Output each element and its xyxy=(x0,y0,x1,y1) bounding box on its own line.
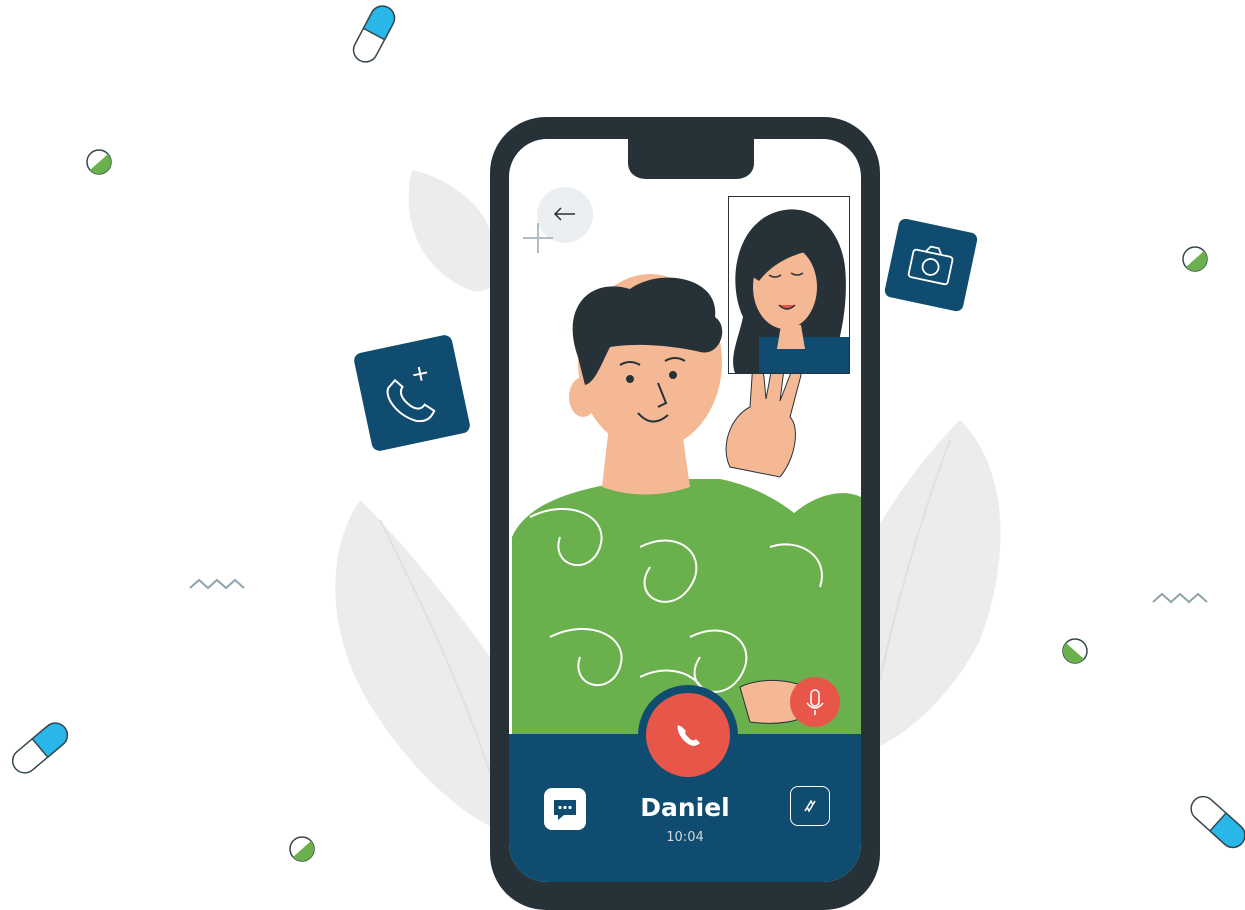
end-call-icon xyxy=(677,725,700,746)
tablet-icon xyxy=(1182,246,1208,272)
zigzag-decoration xyxy=(189,578,245,590)
add-call-icon xyxy=(354,335,470,451)
mic-button[interactable] xyxy=(790,677,840,727)
pill-icon xyxy=(11,722,69,774)
pill-icon xyxy=(1190,795,1245,849)
tablet-icon xyxy=(289,836,315,862)
add-call-badge[interactable] xyxy=(353,334,471,452)
plus-decoration-icon xyxy=(523,223,553,253)
camera-icon xyxy=(884,218,978,312)
self-view-illustration xyxy=(733,209,849,373)
end-call-button[interactable] xyxy=(638,685,738,785)
caller-name: Daniel xyxy=(640,793,730,822)
zigzag-decoration xyxy=(1152,592,1208,604)
phone: Daniel 10:04 xyxy=(490,117,880,910)
call-duration: 10:04 xyxy=(666,830,704,845)
phone-notch xyxy=(628,137,754,179)
tablet-icon xyxy=(86,149,112,175)
self-view-video[interactable] xyxy=(728,196,850,374)
camera-badge[interactable] xyxy=(884,218,978,312)
microphone-icon xyxy=(806,689,824,715)
tablet-icon xyxy=(1062,638,1088,664)
pill-icon xyxy=(352,5,396,63)
